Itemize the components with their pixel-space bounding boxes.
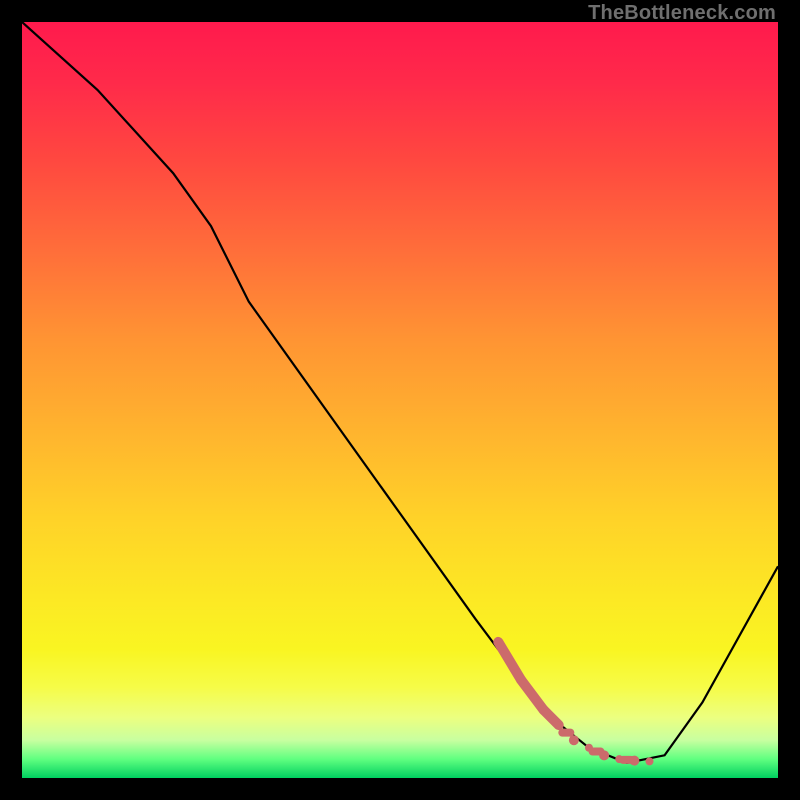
highlight-region-marks: [498, 642, 653, 766]
chart-svg: [22, 22, 778, 778]
main-curve-line: [22, 22, 778, 763]
watermark-text: TheBottleneck.com: [588, 2, 776, 25]
